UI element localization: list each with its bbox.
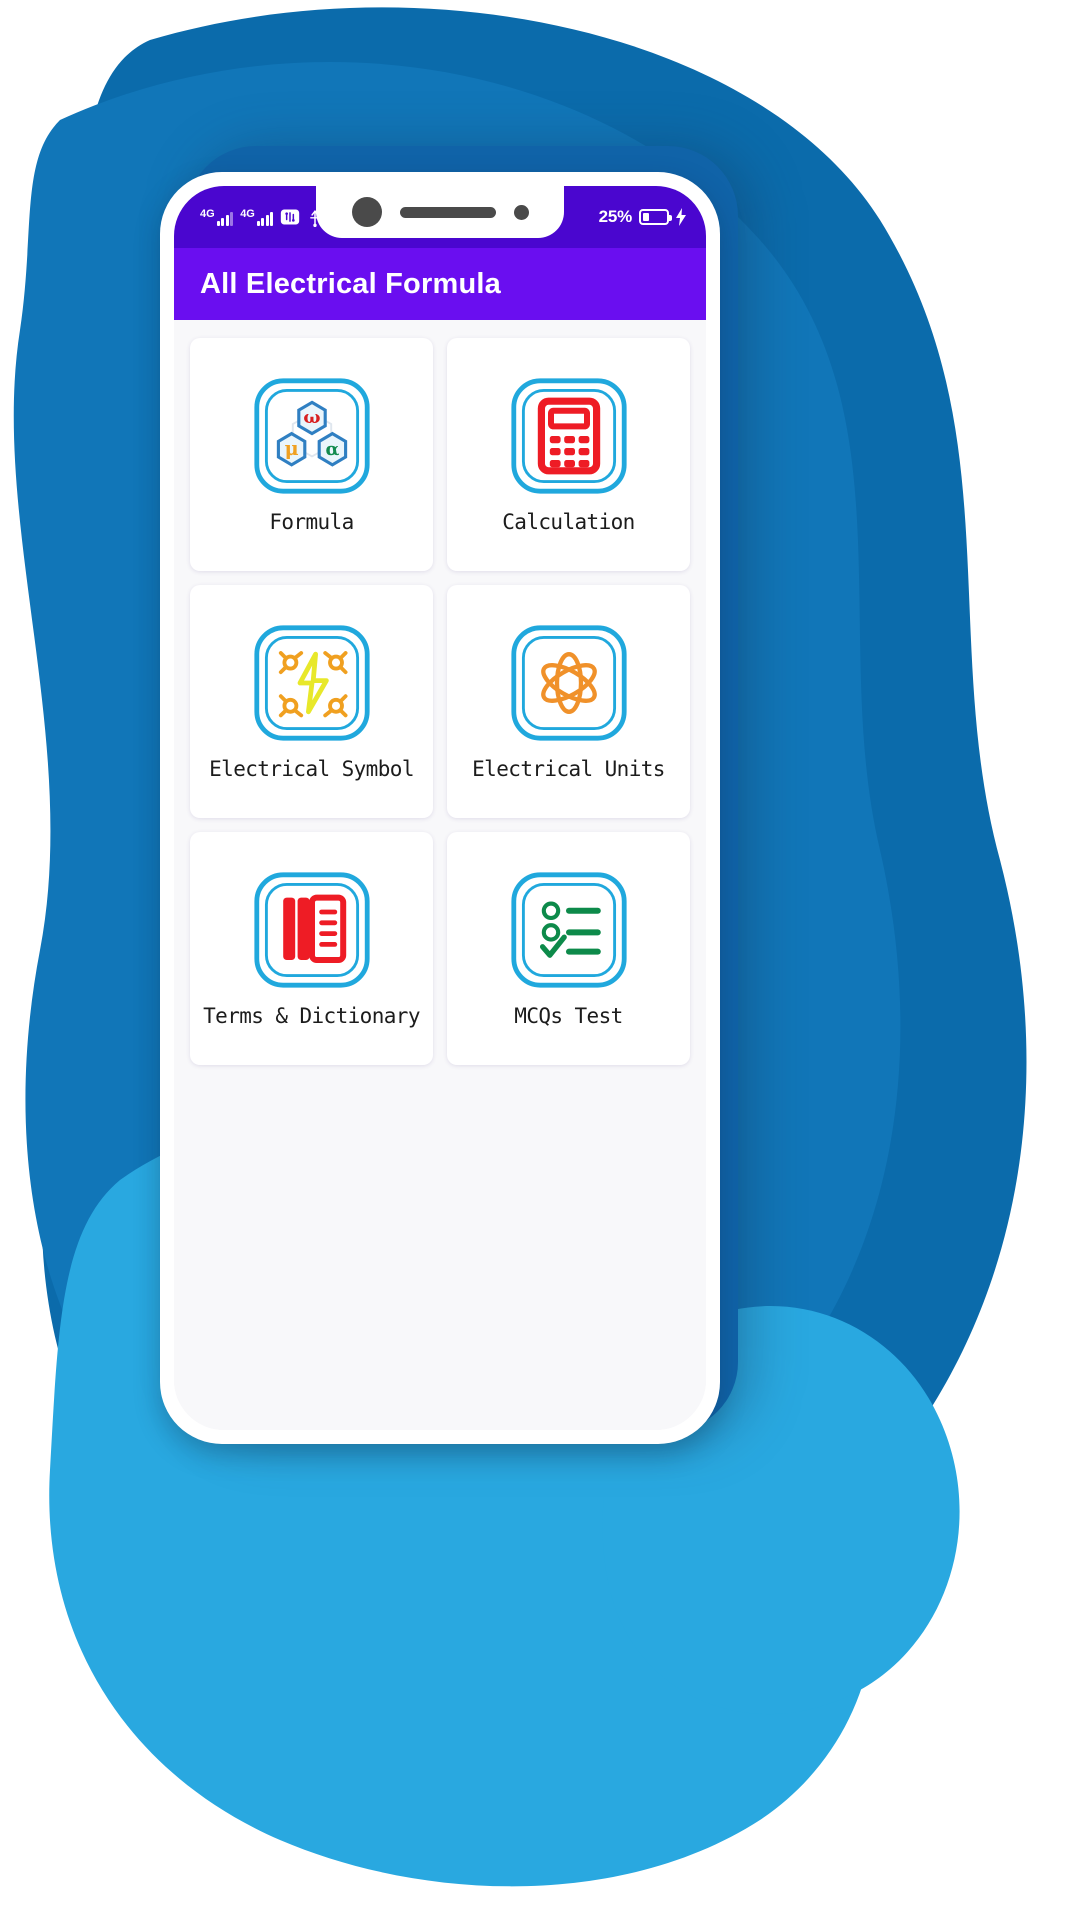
card-label: Electrical Symbol [209,756,414,781]
phone-frame: 4G 4G 25% All Electrical Formula ω μ α F… [160,172,720,1444]
svg-text:α: α [325,439,339,460]
signal-4g-sim1-icon: 4G [200,207,234,226]
phone-screen: 4G 4G 25% All Electrical Formula ω μ α F… [174,186,706,1430]
card-label: Terms & Dictionary [203,1003,420,1028]
network-label-sim2: 4G [240,207,255,220]
usb-debugging-icon [281,209,300,225]
card-calculation[interactable]: Calculation [447,338,690,571]
proximity-sensor-icon [513,204,529,220]
charging-bolt-icon [676,208,686,226]
card-terms-dictionary[interactable]: Terms & Dictionary [190,832,433,1065]
calculator-icon [510,377,627,494]
card-label: Formula [269,509,354,534]
card-label: Calculation [502,509,635,534]
signal-4g-sim2-icon: 4G [240,207,274,226]
documents-icon [253,871,370,988]
phone-notch [316,186,564,238]
earpiece-speaker [399,206,496,218]
checklist-icon [510,871,627,988]
battery-percentage-label: 25% [598,207,633,226]
card-formula[interactable]: ω μ α Formula [190,338,433,571]
status-bar-right-icons: 25% [599,186,686,248]
card-label: Electrical Units [472,756,665,781]
svg-text:ω: ω [303,406,320,427]
atom-icon [510,624,627,741]
status-bar: 4G 4G 25% [174,186,706,248]
plug-lightning-icon [253,624,370,741]
front-camera-icon [351,197,382,227]
card-electrical-symbol[interactable]: Electrical Symbol [190,585,433,818]
page-title: All Electrical Formula [200,267,501,300]
network-label-sim1: 4G [200,207,215,220]
main-content: ω μ α Formula Calculation Electrical Sym… [174,320,706,1430]
card-label: MCQs Test [514,1003,623,1028]
battery-icon [639,209,672,225]
card-electrical-units[interactable]: Electrical Units [447,585,690,818]
card-mcqs-test[interactable]: MCQs Test [447,832,690,1065]
svg-text:μ: μ [284,437,298,460]
formula-hexagons-icon: ω μ α [253,377,370,494]
menu-grid: ω μ α Formula Calculation Electrical Sym… [190,338,690,1065]
app-bar: All Electrical Formula [174,248,706,320]
